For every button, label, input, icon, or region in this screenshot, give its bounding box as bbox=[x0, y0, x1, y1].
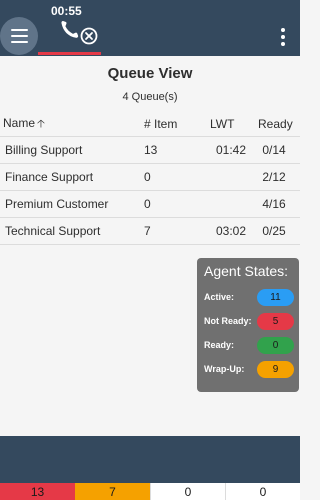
column-header-name[interactable]: Name 🡡 bbox=[0, 113, 140, 137]
queue-ready: 2/12 bbox=[250, 163, 300, 191]
queue-ready: 0/25 bbox=[250, 217, 300, 245]
agent-state-count-badge: 9 bbox=[257, 360, 294, 378]
hamburger-icon[interactable] bbox=[0, 17, 38, 55]
queue-view-panel: Queue View 4 Queue(s) Name 🡡 # Item LWT R… bbox=[0, 56, 300, 436]
queue-lwt bbox=[204, 190, 250, 218]
column-header-name-label: Name bbox=[3, 115, 36, 130]
queue-name: Premium Customer bbox=[0, 190, 140, 218]
queue-items: 0 bbox=[140, 163, 204, 191]
arrow-up-icon: 🡡 bbox=[37, 117, 45, 130]
summary-tile[interactable]: 0 bbox=[225, 483, 300, 500]
queue-ready: 4/16 bbox=[250, 190, 300, 218]
queue-table: Name 🡡 # Item LWT Ready Billing Support 1… bbox=[0, 113, 300, 245]
agent-state-count-badge: 11 bbox=[257, 288, 294, 306]
table-row[interactable]: Technical Support 7 03:02 0/25 bbox=[0, 217, 300, 245]
agent-state-count-badge: 0 bbox=[257, 336, 294, 354]
agent-state-wrap-up: Wrap-Up: 9 bbox=[204, 360, 294, 378]
agent-state-count-badge: 5 bbox=[257, 312, 294, 330]
summary-tile[interactable]: 0 bbox=[150, 483, 225, 500]
queue-count: 4 Queue(s) bbox=[122, 91, 178, 103]
table-header-row: Name 🡡 # Item LWT Ready bbox=[0, 113, 300, 137]
agent-state-active: Active: 11 bbox=[204, 288, 294, 306]
top-app-bar: 00:55 bbox=[0, 0, 300, 56]
column-header-items[interactable]: # Item bbox=[140, 113, 204, 137]
queue-name: Finance Support bbox=[0, 163, 140, 191]
queue-items: 7 bbox=[140, 217, 204, 245]
summary-tiles: 13 7 0 0 bbox=[0, 483, 300, 500]
column-header-ready[interactable]: Ready bbox=[250, 113, 300, 137]
queue-name: Technical Support bbox=[0, 217, 140, 245]
more-vertical-icon[interactable] bbox=[280, 28, 286, 46]
agent-state-ready: Ready: 0 bbox=[204, 336, 294, 354]
agent-state-not-ready: Not Ready: 5 bbox=[204, 312, 294, 330]
agent-state-label: Ready: bbox=[204, 340, 235, 350]
queue-lwt bbox=[204, 163, 250, 191]
agent-states-panel: Agent States: Active: 11 Not Ready: 5 Re… bbox=[197, 258, 299, 392]
agent-state-label: Not Ready: bbox=[204, 316, 252, 326]
table-row[interactable]: Premium Customer 0 4/16 bbox=[0, 190, 300, 218]
queue-lwt: 03:02 bbox=[204, 217, 250, 245]
active-call-indicator bbox=[38, 52, 101, 55]
phone-hangup-icon[interactable] bbox=[58, 20, 102, 50]
queue-items: 0 bbox=[140, 190, 204, 218]
summary-tile[interactable]: 13 bbox=[0, 483, 75, 500]
queue-ready: 0/14 bbox=[250, 136, 300, 164]
agent-state-label: Active: bbox=[204, 292, 235, 302]
page-title: Queue View bbox=[107, 65, 193, 82]
queue-name: Billing Support bbox=[0, 136, 140, 164]
agent-states-title: Agent States: bbox=[204, 263, 289, 279]
queue-lwt: 01:42 bbox=[204, 136, 250, 164]
table-row[interactable]: Billing Support 13 01:42 0/14 bbox=[0, 136, 300, 164]
agent-state-label: Wrap-Up: bbox=[204, 364, 245, 374]
table-row[interactable]: Finance Support 0 2/12 bbox=[0, 163, 300, 191]
call-timer: 00:55 bbox=[51, 4, 82, 18]
summary-tile[interactable]: 7 bbox=[75, 483, 150, 500]
queue-items: 13 bbox=[140, 136, 204, 164]
column-header-lwt[interactable]: LWT bbox=[204, 113, 250, 137]
